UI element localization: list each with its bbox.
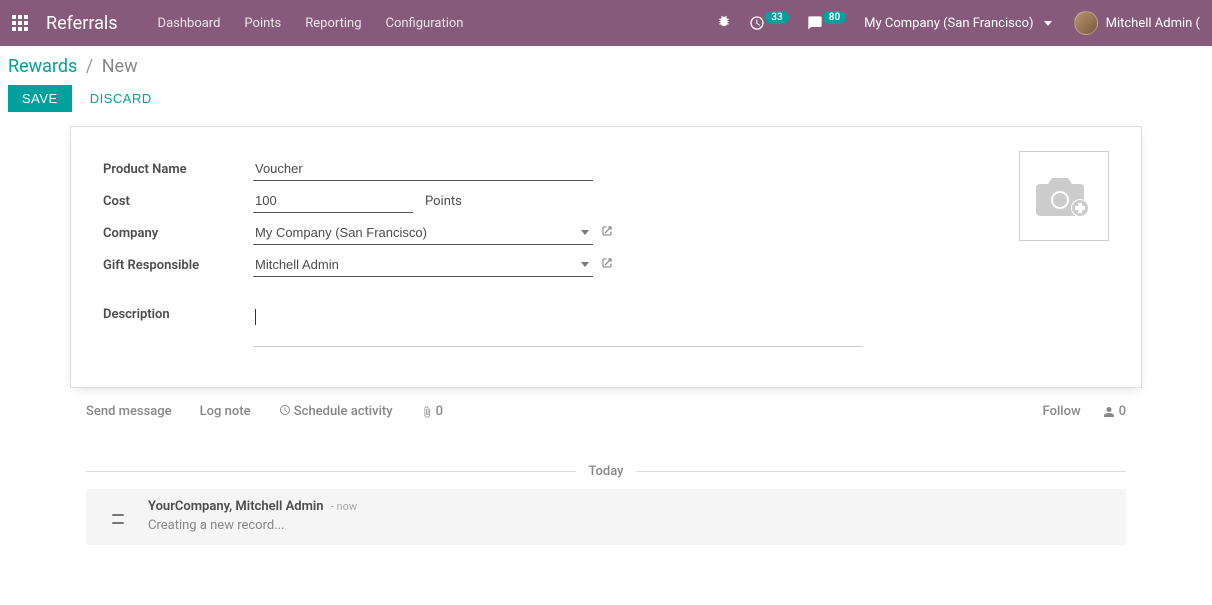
input-cost[interactable] xyxy=(253,189,413,213)
app-brand[interactable]: Referrals xyxy=(46,13,118,34)
followers-button[interactable]: 0 xyxy=(1103,404,1126,419)
field-cost: Cost Points xyxy=(103,189,863,213)
field-company: Company xyxy=(103,221,863,245)
label-product-name: Product Name xyxy=(103,162,253,177)
nav-dashboard[interactable]: Dashboard xyxy=(158,16,221,31)
breadcrumb-parent[interactable]: Rewards xyxy=(8,56,77,77)
field-description: Description xyxy=(103,307,863,347)
follow-button[interactable]: Follow xyxy=(1043,404,1081,419)
image-upload-box[interactable] xyxy=(1019,151,1109,241)
chatter: Send message Log note Schedule activity … xyxy=(70,388,1142,545)
breadcrumb-current: New xyxy=(102,56,138,77)
save-button[interactable]: SAVE xyxy=(8,85,72,112)
activities-indicator[interactable]: 33 xyxy=(749,15,788,31)
input-product-name[interactable] xyxy=(253,157,593,181)
label-company: Company xyxy=(103,226,253,241)
discard-button[interactable]: DISCARD xyxy=(86,85,156,112)
user-name: Mitchell Admin ( xyxy=(1106,16,1200,31)
form-fields: Product Name Cost Points Company xyxy=(103,157,863,347)
message-item: YourCompany, Mitchell Admin - now Creati… xyxy=(86,489,1126,545)
apps-icon[interactable] xyxy=(12,15,28,31)
person-icon xyxy=(1103,406,1115,418)
field-gift-responsible: Gift Responsible xyxy=(103,253,863,277)
gift-responsible-external-link-icon[interactable] xyxy=(601,257,613,273)
camera-plus-icon xyxy=(1032,172,1096,220)
clock-icon xyxy=(749,15,765,31)
avatar xyxy=(1074,11,1098,35)
day-label: Today xyxy=(576,464,635,479)
attachments-count: 0 xyxy=(436,404,443,419)
nav-reporting[interactable]: Reporting xyxy=(305,16,361,31)
form-sheet: Product Name Cost Points Company xyxy=(70,126,1142,388)
breadcrumb: Rewards / New xyxy=(8,56,1196,77)
input-gift-responsible[interactable] xyxy=(253,253,577,276)
nav-configuration[interactable]: Configuration xyxy=(386,16,464,31)
activities-count: 33 xyxy=(765,11,788,24)
top-navbar: Referrals Dashboard Points Reporting Con… xyxy=(0,0,1212,46)
label-points-suffix: Points xyxy=(425,194,462,209)
attachments-button[interactable]: 0 xyxy=(421,404,443,419)
label-description: Description xyxy=(103,307,253,322)
field-product-name: Product Name xyxy=(103,157,863,181)
gift-responsible-dropdown-icon[interactable] xyxy=(581,262,589,267)
message-author[interactable]: YourCompany, Mitchell Admin xyxy=(148,499,324,514)
company-dropdown-icon[interactable] xyxy=(581,230,589,235)
control-panel: Rewards / New SAVE DISCARD xyxy=(0,46,1212,112)
company-switcher[interactable]: My Company (San Francisco) xyxy=(864,16,1055,31)
messages-indicator[interactable]: 80 xyxy=(807,15,846,31)
log-note-button[interactable]: Log note xyxy=(200,404,251,419)
bug-icon[interactable] xyxy=(717,14,731,32)
nav-points[interactable]: Points xyxy=(244,16,281,31)
day-separator: Today xyxy=(86,464,1126,479)
navbar-right: 33 80 My Company (San Francisco) Mitchel… xyxy=(717,11,1200,35)
chatter-toolbar: Send message Log note Schedule activity … xyxy=(86,400,1126,424)
messages-count: 80 xyxy=(823,11,846,24)
clock-icon xyxy=(279,404,291,416)
action-buttons: SAVE DISCARD xyxy=(8,85,1196,112)
label-cost: Cost xyxy=(103,194,253,209)
breadcrumb-separator: / xyxy=(86,56,93,77)
form-sheet-bg: Product Name Cost Points Company xyxy=(0,126,1212,545)
nav-menu: Dashboard Points Reporting Configuration xyxy=(158,16,718,31)
message-time: - now xyxy=(331,500,357,513)
user-menu[interactable]: Mitchell Admin ( xyxy=(1074,11,1200,35)
message-body: Creating a new record... xyxy=(148,518,357,533)
input-description[interactable] xyxy=(253,307,863,347)
company-external-link-icon[interactable] xyxy=(601,225,613,241)
chevron-down-icon xyxy=(1044,21,1052,26)
chat-icon xyxy=(807,15,823,31)
message-avatar-placeholder xyxy=(100,499,136,535)
input-company[interactable] xyxy=(253,221,577,244)
send-message-button[interactable]: Send message xyxy=(86,404,172,419)
label-gift-responsible: Gift Responsible xyxy=(103,258,253,273)
followers-count: 0 xyxy=(1119,404,1126,419)
paperclip-icon xyxy=(421,406,433,418)
schedule-activity-button[interactable]: Schedule activity xyxy=(279,404,393,419)
company-name: My Company (San Francisco) xyxy=(864,16,1033,31)
